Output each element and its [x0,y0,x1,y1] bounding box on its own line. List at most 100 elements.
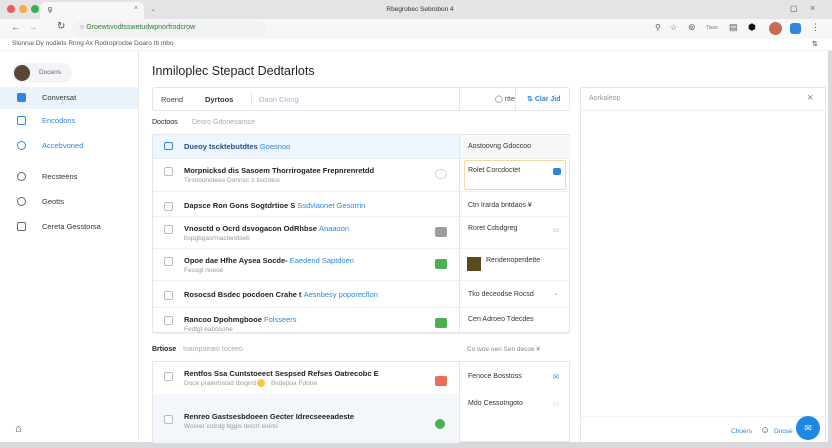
share-icon[interactable]: ⚲ [655,23,661,32]
sidebar-item-recsteens[interactable]: Recsteens [0,166,138,188]
sidebar-item-encodons[interactable]: Encodons [0,110,138,132]
toolbar: Roend Dyrtoos Daon Clong ◯ rtte ⇅ Clar J… [152,87,570,111]
row-link[interactable]: Folsseers [264,315,297,324]
row-title: Rancoo Dpohmgbooe Folsseers [184,315,297,324]
row-status: Fenoce Bosstoss [468,373,522,380]
row-checkbox[interactable] [164,202,173,211]
row-checkbox[interactable] [164,372,173,381]
sidebar-item-cereta[interactable]: Cereta Gesstorsa [0,216,138,238]
extension-icon[interactable]: ⊚ [688,22,696,33]
chat-fab[interactable]: ✉ [796,416,820,440]
create-button[interactable]: ⇅ Clar Jid [527,95,561,103]
section-label: Brtiose [152,346,177,353]
row-link[interactable]: Ssdvlaonet Gesorrin [297,201,365,210]
row-checkbox[interactable] [164,167,173,176]
table-row[interactable]: Dapsce Ron Gons Sogtdrtioe S Ssdvlaonet … [153,192,569,217]
row-link[interactable]: Anaaoon [319,224,349,233]
row-link[interactable]: Aesnbesy poporecflon [304,290,378,299]
table-row[interactable]: Rancoo Dpohmgbooe Folsseers Fedtgt eaboso… [153,308,569,334]
close-window-button[interactable] [7,5,15,13]
attachment-icon[interactable]: ▭ [553,226,560,234]
send-link[interactable]: Dnose [774,428,793,435]
chat-icon [17,93,26,102]
sidebar-item-accebvoned[interactable]: Accebvoned [0,135,138,157]
row-title-text: Rosocsd Bsdec pocdoen Crahe t [184,290,302,299]
tab-roend[interactable]: Roend [161,95,183,104]
reload-icon[interactable]: ↻ [57,21,65,32]
menu-icon[interactable]: ⋮ [811,22,820,33]
profile-pill[interactable]: Docens [12,63,72,83]
table-row[interactable]: Morpnicksd dis Sasoem Thorrirogatee Frep… [153,159,569,192]
mail-icon[interactable]: ✉ [553,373,559,381]
close-link[interactable]: Choers [731,428,752,435]
folder-icon [17,222,26,231]
clock-icon [17,172,26,181]
restore-icon[interactable]: ▢ [790,4,798,13]
divider [459,88,460,110]
minimize-window-button[interactable] [19,5,27,13]
row-title-text: Opoe dae Hfhe Aysea Socde- [184,256,288,265]
page-title: Inmiloplec Stepact Dedtarlots [152,64,315,78]
bookmarks-bar[interactable]: Slonrse Dy nodiets Rnng Ax Rodroprocbe D… [0,39,832,51]
sidebar-item-geotts[interactable]: Geotts [0,191,138,213]
row-title: Renreo Gastsesbdoeen Gecter Idrecseeeade… [184,412,355,421]
new-tab-icon[interactable]: ⌄ [150,5,156,13]
back-icon[interactable]: ← [11,22,20,32]
row-checkbox[interactable] [164,225,173,234]
row-title: Vnosctd o Ocrd dsvogacon OdRhbse Anaaoon [184,224,349,233]
filter-button[interactable]: ◯ rtte [495,95,515,103]
header-title: Dueoy tscktebutdtes Goesnoo [184,142,291,151]
row-title-text: Dapsce Ron Gons Sogtdrtioe S [184,201,296,210]
section-right-link[interactable]: Co woe oen Sen decoe ¥ [467,346,540,353]
tab-dyrtoos[interactable]: Dyrtoos [205,95,233,104]
bookmark-icon[interactable]: ☆ [670,23,677,32]
table-row[interactable]: Vnosctd o Ocrd dsvogacon OdRhbse Anaaoon… [153,217,569,249]
row-checkbox[interactable] [164,291,173,300]
status-shield-icon [435,169,447,179]
home-icon[interactable]: ⌂ [15,423,22,435]
status-icon [435,376,447,386]
url-input[interactable]: ○ Groewsvodtsswetudwpnorfrodcrow [72,21,267,37]
row-checkbox[interactable] [164,415,173,424]
divider [515,88,516,110]
activity-panel: Aorkaleop × Choers ☺ Dnose [580,87,826,442]
chevron-down-icon[interactable]: ⌄ [553,289,559,297]
tab-close-icon[interactable]: × [134,5,138,12]
sidebar: Docens Conversat Encodons Accebvoned Rec… [0,51,139,442]
row-status: Tko deceodse Rocsd [468,291,534,298]
browser-tab[interactable]: g × [40,2,144,19]
panel-close-icon[interactable]: × [807,92,813,104]
row-title-text: Morpnicksd dis Sasoem Thorrirogatee Frep… [184,166,375,175]
clipboard-icon[interactable]: ▤ [729,22,738,33]
forward-icon[interactable]: → [28,22,37,32]
row-checkbox[interactable] [164,257,173,266]
status-green-icon [435,318,447,328]
chat-icon[interactable] [553,168,561,175]
header-link[interactable]: Goesnoo [260,142,290,151]
avatar[interactable] [769,22,782,35]
emoji-icon[interactable]: ☺ [760,425,770,436]
row-title-text: Vnosctd o Ocrd dsvogacon OdRhbse [184,224,317,233]
search-input[interactable]: Daon Clong [259,95,299,104]
row-subtitle: Wosrer cotrdg bggis tescrt eiorto [184,423,278,430]
row-link[interactable]: Eaedend Saptdoen [290,256,354,265]
table-header: Dueoy tscktebutdtes Goesnoo [153,135,459,159]
row-status: Roret Cdsdgreg [468,225,518,232]
maximize-window-button[interactable] [31,5,39,13]
table-row[interactable]: Rosocsd Bsdec pocdoen Crahe t Aesnbesy p… [153,281,569,308]
row-checkbox[interactable] [164,316,173,325]
table-row[interactable]: Rentfos Ssa Cuntstoeect Sespsed Refses O… [153,362,569,394]
row-title: Opoe dae Hfhe Aysea Socde- Eaedend Saptd… [184,256,354,265]
table-row[interactable]: Renreo Gastsesbdoeen Gecter Idrecseeeade… [153,394,569,443]
row-subtitle: Fedtgt eabosone [184,326,233,333]
extension-blue-icon[interactable] [790,23,801,34]
toolbar-text: Tisso [706,25,718,31]
pin-icon[interactable]: ⇅ [812,40,818,48]
select-all-icon[interactable] [164,142,173,150]
table-row[interactable]: Opoe dae Hfhe Aysea Socde- Eaedend Saptd… [153,249,569,281]
sidebar-item-conversations[interactable]: Conversat [0,87,138,109]
attachment-icon[interactable]: ▭ [553,400,560,408]
shield-icon[interactable]: ⬢ [748,22,756,33]
close-icon[interactable]: × [810,3,815,13]
row-title: Morpnicksd dis Sasoem Thorrirogatee Frep… [184,166,374,175]
